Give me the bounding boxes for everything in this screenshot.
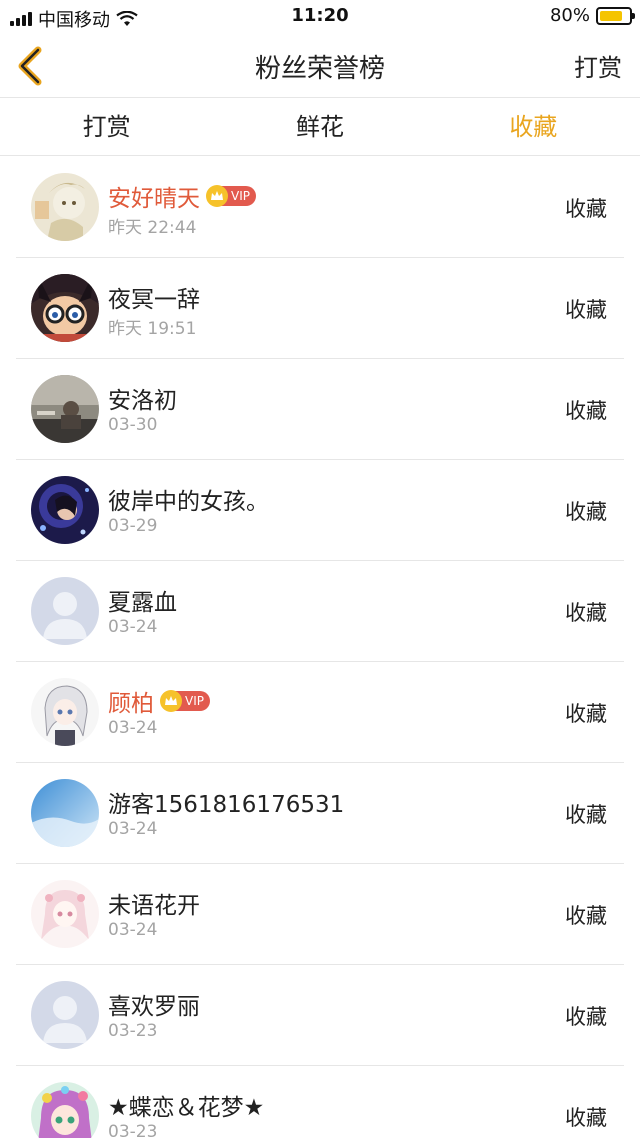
- action-label: 收藏: [565, 803, 607, 827]
- fan-name: 顾柏: [108, 691, 154, 717]
- battery-percent: 80%: [549, 5, 590, 26]
- name-line: 安洛初: [108, 381, 177, 415]
- crown-icon: [211, 191, 223, 200]
- tab-flowers[interactable]: 鲜花: [213, 98, 426, 155]
- action-label: 收藏: [565, 197, 607, 221]
- fan-row[interactable]: 夜冥一辞昨天 19:51 收藏: [0, 258, 640, 359]
- reward-button[interactable]: 打赏: [574, 48, 622, 83]
- vip-badge: VIP: [160, 690, 210, 712]
- tab-reward[interactable]: 打赏: [0, 98, 213, 155]
- status-bar: 中国移动 11:20 80%: [0, 0, 640, 34]
- status-time: 11:20: [291, 5, 349, 26]
- action-label: 收藏: [565, 601, 607, 625]
- fan-date: 03-23: [108, 1021, 158, 1041]
- fan-date: 03-24: [108, 617, 158, 637]
- fan-date: 03-29: [108, 516, 158, 536]
- name-line: 未语花开: [108, 886, 200, 920]
- fan-row[interactable]: 未语花开 03-24 收藏: [0, 864, 640, 965]
- vip-label: VIP: [231, 189, 250, 203]
- name-line: 彼岸中的女孩。: [108, 482, 269, 516]
- action-label: 收藏: [565, 298, 607, 322]
- name-line: 喜欢罗丽: [108, 987, 200, 1021]
- vip-label: VIP: [185, 694, 204, 708]
- fan-date: 03-24: [108, 819, 158, 839]
- page-title: 粉丝荣誉榜: [254, 54, 385, 84]
- avatar[interactable]: [31, 678, 99, 746]
- battery-fill: [600, 10, 623, 21]
- fan-list: 安好晴天 VIP 昨天 22:44 收藏 夜冥一辞 昨天 19:51 收藏 安洛初 03-30 收…: [0, 157, 640, 1138]
- fan-name: 安好晴天: [108, 186, 200, 212]
- vip-badge: VIP: [206, 185, 256, 207]
- fan-row[interactable]: 顾柏 VIP 03-24 收藏: [0, 662, 640, 763]
- fan-row[interactable]: ★蝶恋＆花梦★ 03-23 收藏: [0, 1066, 640, 1138]
- fan-date: 03-30: [108, 415, 158, 435]
- action-label: 收藏: [565, 500, 607, 524]
- fan-row[interactable]: 夏露血 03-24 收藏: [0, 561, 640, 662]
- fan-date: 03-23: [108, 1122, 158, 1138]
- avatar[interactable]: [31, 476, 99, 544]
- fan-row[interactable]: 彼岸中的女孩。 03-29 收藏: [0, 460, 640, 561]
- fan-name: 夏露血: [108, 590, 177, 616]
- fan-name: 夜冥一辞: [108, 287, 200, 313]
- avatar[interactable]: [31, 1082, 99, 1138]
- fan-name: 喜欢罗丽: [108, 994, 200, 1020]
- crown-badge: [160, 690, 182, 712]
- avatar[interactable]: [31, 880, 99, 948]
- fan-name: 未语花开: [108, 893, 200, 919]
- name-line: 游客1561816176531: [108, 785, 344, 819]
- action-label: 收藏: [565, 702, 607, 726]
- name-line: 顾柏 VIP: [108, 684, 210, 718]
- name-line: 夜冥一辞: [108, 280, 200, 314]
- fan-name: ★蝶恋＆花梦★: [108, 1095, 265, 1121]
- fan-row[interactable]: 安好晴天 VIP 昨天 22:44 收藏: [0, 157, 640, 258]
- action-label: 收藏: [565, 399, 607, 423]
- fan-row[interactable]: 游客1561816176531 03-24 收藏: [0, 763, 640, 864]
- name-line: ★蝶恋＆花梦★: [108, 1088, 264, 1122]
- battery-icon: [596, 6, 635, 25]
- fan-date: 昨天 22:44: [108, 218, 197, 238]
- crown-icon: [165, 696, 177, 705]
- fan-name: 彼岸中的女孩。: [108, 489, 269, 515]
- avatar[interactable]: [31, 779, 99, 847]
- fan-name: 游客1561816176531: [108, 792, 345, 818]
- avatar[interactable]: [31, 173, 99, 241]
- fan-date: 03-24: [108, 920, 158, 940]
- tab-bar: 打赏 鲜花 收藏: [0, 98, 640, 156]
- action-label: 收藏: [565, 1106, 607, 1130]
- fan-name: 安洛初: [108, 388, 177, 414]
- name-line: 夏露血: [108, 583, 177, 617]
- action-label: 收藏: [565, 904, 607, 928]
- fan-row[interactable]: 喜欢罗丽 03-23 收藏: [0, 965, 640, 1066]
- fan-date: 昨天 19:51: [108, 319, 197, 339]
- avatar[interactable]: [31, 981, 99, 1049]
- action-label: 收藏: [565, 1005, 607, 1029]
- crown-badge: [206, 185, 228, 207]
- fan-row[interactable]: 安洛初 03-30 收藏: [0, 359, 640, 460]
- name-line: 安好晴天 VIP: [108, 179, 256, 213]
- avatar[interactable]: [31, 375, 99, 443]
- avatar[interactable]: [31, 274, 99, 342]
- avatar[interactable]: [31, 577, 99, 645]
- status-right: 80%: [549, 5, 635, 26]
- fan-date: 03-24: [108, 718, 158, 738]
- nav-bar: 粉丝荣誉榜 打赏: [0, 34, 640, 98]
- tab-favorites[interactable]: 收藏: [427, 98, 640, 155]
